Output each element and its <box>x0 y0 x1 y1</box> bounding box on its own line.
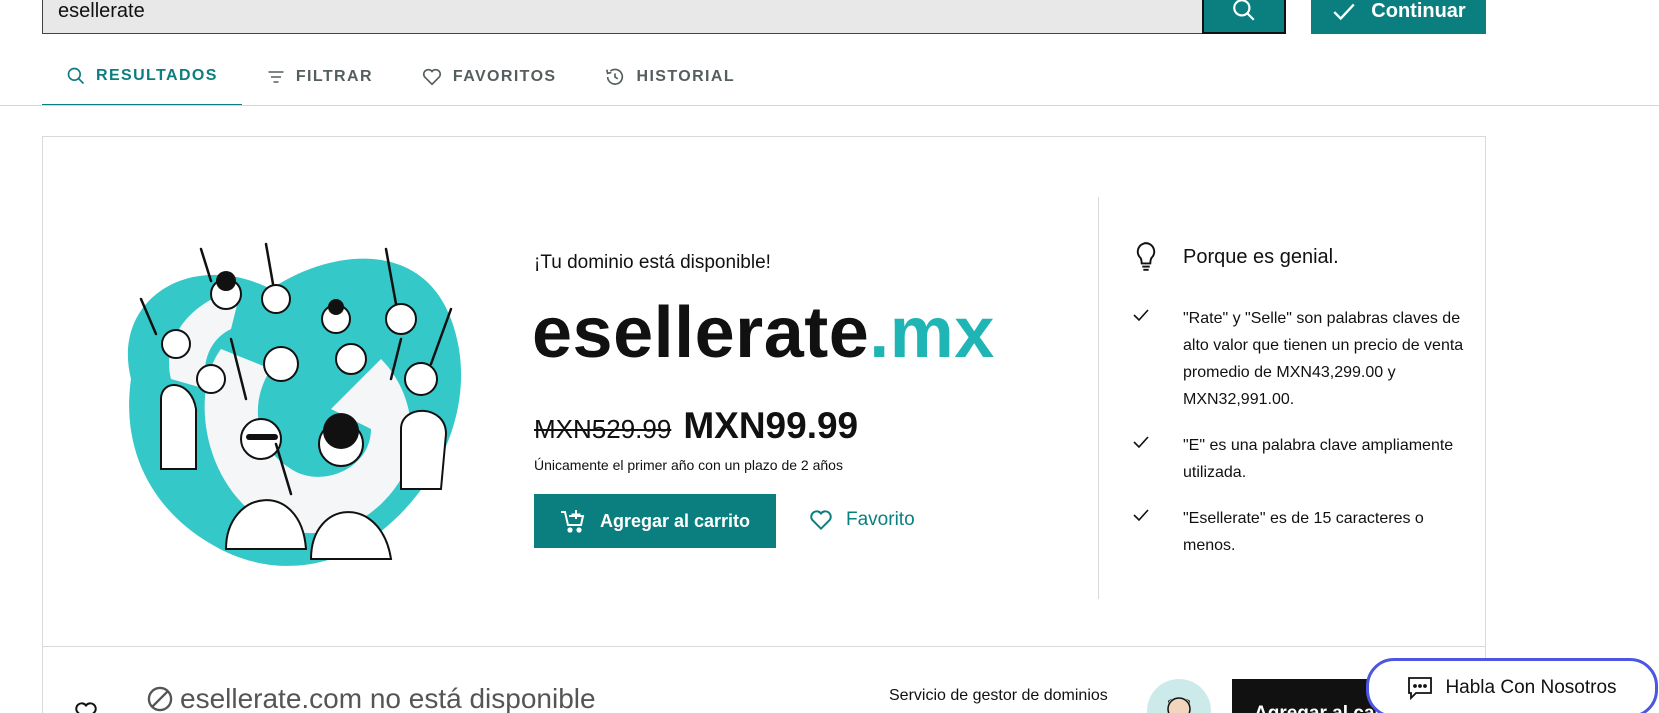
domain-name: esellerate.mx <box>532 297 995 369</box>
search-bar <box>42 0 1285 34</box>
domain-base: esellerate <box>532 293 870 373</box>
why-list: "Rate" y "Selle" son palabras claves de … <box>1133 305 1478 578</box>
chat-button[interactable]: Habla Con Nosotros <box>1366 658 1658 713</box>
lightbulb-icon <box>1136 242 1156 271</box>
chat-icon <box>1408 677 1433 700</box>
price-note: Únicamente el primer año con un plazo de… <box>534 457 843 473</box>
broker-avatar <box>1147 679 1211 713</box>
heart-icon[interactable] <box>73 699 99 713</box>
unavailable-text: esellerate.com no está disponible <box>180 683 596 713</box>
why-item-text: "E" es una palabra clave ampliamente uti… <box>1183 437 1454 481</box>
check-icon <box>1133 509 1149 522</box>
why-item-text: "Esellerate" es de 15 caracteres o menos… <box>1183 510 1424 554</box>
continue-label: Continuar <box>1371 0 1466 22</box>
add-to-cart-button[interactable]: Agregar al carrito <box>534 494 776 548</box>
unavailable-result-card: esellerate.com no está disponible Servic… <box>42 646 1486 713</box>
domain-result-card: ¡Tu dominio está disponible! esellerate.… <box>42 136 1486 648</box>
vertical-divider <box>1098 197 1099 599</box>
tab-filtrar[interactable]: FILTRAR <box>242 48 397 106</box>
tab-resultados[interactable]: RESULTADOS <box>42 48 242 106</box>
why-item: "E" es una palabra clave ampliamente uti… <box>1133 432 1478 486</box>
domain-tld: .mx <box>869 293 995 373</box>
check-icon <box>1333 3 1355 21</box>
tabs-divider <box>0 105 1659 106</box>
broker-service-label: Servicio de gestor de dominios <box>889 687 1108 704</box>
chat-label: Habla Con Nosotros <box>1445 677 1617 698</box>
search-button[interactable] <box>1202 0 1286 34</box>
why-heading-text: Porque es genial. <box>1183 245 1339 268</box>
people-illustration <box>127 242 462 566</box>
history-icon <box>606 68 624 85</box>
availability-title: ¡Tu dominio está disponible! <box>534 252 771 273</box>
favorite-button[interactable]: Favorito <box>808 507 915 533</box>
search-icon <box>67 67 85 85</box>
favorite-label: Favorito <box>846 509 915 530</box>
price-row: MXN529.99 MXN99.99 <box>534 405 858 447</box>
filter-icon <box>268 71 284 83</box>
tab-label: HISTORIAL <box>636 68 736 85</box>
continue-button[interactable]: Continuar <box>1311 0 1486 34</box>
tab-favoritos[interactable]: FAVORITOS <box>397 48 581 106</box>
tab-historial[interactable]: HISTORIAL <box>580 48 759 106</box>
heart-icon <box>422 68 441 86</box>
search-input[interactable] <box>58 0 1158 24</box>
heart-icon <box>810 510 832 531</box>
why-item-text: "Rate" y "Selle" son palabras claves de … <box>1183 310 1464 408</box>
tab-label: FILTRAR <box>295 68 373 85</box>
tab-label: FAVORITOS <box>452 68 557 85</box>
cart-icon <box>560 510 585 533</box>
results-tabs: RESULTADOS FILTRAR FAVORITOS HISTORIAL <box>42 48 759 106</box>
add-to-cart-label: Agregar al carrito <box>599 510 751 531</box>
why-item: "Rate" y "Selle" son palabras claves de … <box>1133 305 1478 413</box>
tab-label: RESULTADOS <box>96 67 218 84</box>
unavailable-icon <box>147 686 173 712</box>
old-price: MXN529.99 <box>534 414 672 444</box>
unavailable-message: esellerate.com no está disponible <box>146 683 596 713</box>
person-avatar-icon <box>1167 697 1191 713</box>
check-icon <box>1133 309 1149 322</box>
search-icon <box>1233 0 1255 21</box>
why-heading: Porque es genial. <box>1133 241 1339 273</box>
check-icon <box>1133 436 1149 449</box>
why-item: "Esellerate" es de 15 caracteres o menos… <box>1133 505 1478 559</box>
new-price: MXN99.99 <box>683 405 859 446</box>
